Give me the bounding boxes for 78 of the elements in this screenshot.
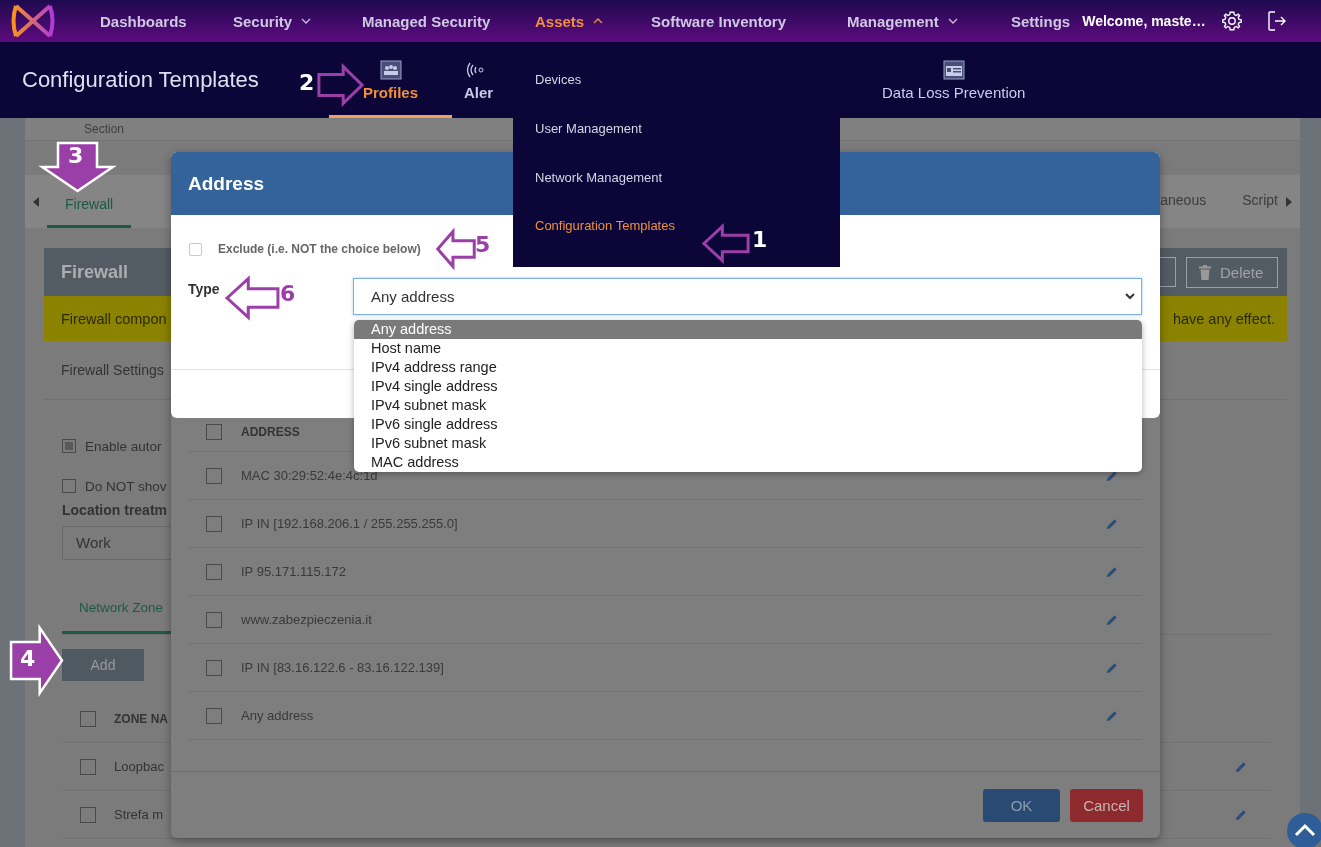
option-label: Enable autor: [85, 438, 162, 454]
dropdown-option[interactable]: IPv4 subnet mask: [354, 396, 1142, 415]
nav-link[interactable]: Managed Security: [362, 12, 535, 30]
annotation-arrow: [318, 65, 363, 105]
nav-link[interactable]: Security: [233, 12, 362, 30]
nav-link[interactable]: Management: [847, 12, 1011, 30]
checkbox[interactable]: [206, 563, 222, 580]
column-header: ZONE NA: [114, 711, 168, 726]
column-header: ADDRESS: [241, 424, 300, 439]
nav-link[interactable]: Software Inventory: [651, 12, 847, 30]
window-icon: [942, 60, 965, 80]
nav-link[interactable]: Settings: [1011, 12, 1071, 30]
field-label: Location treatm: [62, 502, 168, 518]
table-cell: www.zabezpieczenia.it: [241, 612, 372, 627]
step-number: 6: [280, 283, 296, 305]
menu-item[interactable]: Devices: [535, 72, 582, 121]
table-cell: IP IN [83.16.122.6 - 83.16.122.139]: [241, 660, 444, 675]
menu-item[interactable]: Configuration Templates: [535, 218, 675, 267]
dropdown-option[interactable]: IPv4 address range: [354, 358, 1142, 377]
type-select[interactable]: Any address: [353, 278, 1142, 315]
pencil-icon[interactable]: [1106, 469, 1118, 482]
nav-link[interactable]: Assets: [535, 12, 651, 30]
dropdown-option[interactable]: IPv6 single address: [354, 415, 1142, 434]
dropdown-option[interactable]: Any address: [354, 320, 1142, 339]
step-number: 1: [752, 229, 768, 251]
step-number: 4: [20, 648, 36, 670]
step-number: 2: [299, 72, 315, 94]
annotation-arrow: [226, 277, 279, 319]
table-cell: Strefa m: [114, 807, 164, 822]
section-tab[interactable]: Data Loss Prevention: [882, 42, 1026, 118]
checkbox[interactable]: [80, 710, 96, 727]
nav-link[interactable]: Dashboards: [100, 12, 233, 30]
checkbox[interactable]: [206, 467, 222, 484]
dropdown-option[interactable]: IPv6 subnet mask: [354, 434, 1142, 453]
step-number: 5: [475, 234, 491, 256]
cancel-button[interactable]: Cancel: [1070, 788, 1143, 822]
table-cell: Any address: [241, 708, 314, 723]
step-number: 3: [68, 145, 84, 167]
dropdown-option[interactable]: IPv4 single address: [354, 377, 1142, 396]
table-cell: IP 95.171.115.172: [241, 564, 347, 579]
annotation-arrow: [703, 225, 749, 262]
scroll-top-icon[interactable]: [1287, 813, 1321, 847]
checkbox[interactable]: [80, 806, 96, 823]
scroll-right-icon[interactable]: [1286, 196, 1292, 207]
checkbox[interactable]: [206, 707, 222, 724]
field-label: Type: [188, 281, 220, 297]
chevron-icon: [1125, 293, 1135, 300]
checkbox[interactable]: [206, 659, 222, 676]
signal-icon: [464, 60, 486, 80]
trash-icon: [1199, 264, 1211, 280]
scroll-left-icon[interactable]: [33, 196, 39, 207]
dropdown-option[interactable]: Host name: [354, 339, 1142, 358]
welcome-text: Welcome, maste…: [1082, 13, 1206, 29]
logo-icon[interactable]: [10, 2, 56, 40]
menu-item[interactable]: Network Management: [535, 169, 663, 219]
option-label: Do NOT shov: [85, 478, 167, 494]
checkbox[interactable]: [62, 439, 76, 453]
checkbox[interactable]: [206, 423, 222, 440]
annotation-arrow: [10, 625, 63, 696]
checkbox[interactable]: [206, 515, 222, 532]
section-label: Firewall Settings: [61, 362, 164, 378]
table-cell: Loopbac: [114, 759, 164, 774]
checkbox-label: Exclude (i.e. NOT the choice below): [218, 242, 421, 256]
panel-title: Firewall: [61, 261, 129, 283]
dialog-title: Address: [188, 172, 265, 195]
logout-icon[interactable]: [1266, 10, 1287, 32]
menu-item[interactable]: User Management: [535, 120, 642, 170]
checkbox[interactable]: [80, 758, 96, 775]
checkbox[interactable]: [62, 479, 76, 493]
settings-icon[interactable]: [1220, 10, 1243, 32]
people-icon: [379, 60, 402, 80]
table-cell: IP IN [192.168.206.1 / 255.255.255.0]: [241, 516, 458, 531]
page-title: Configuration Templates: [22, 67, 259, 92]
notice-text: Firewall compon: [61, 310, 167, 327]
notice-text: have any effect.: [1172, 310, 1275, 327]
section-tab[interactable]: Aler: [464, 42, 534, 118]
checkbox[interactable]: [206, 611, 222, 628]
annotation-arrow: [437, 230, 475, 268]
